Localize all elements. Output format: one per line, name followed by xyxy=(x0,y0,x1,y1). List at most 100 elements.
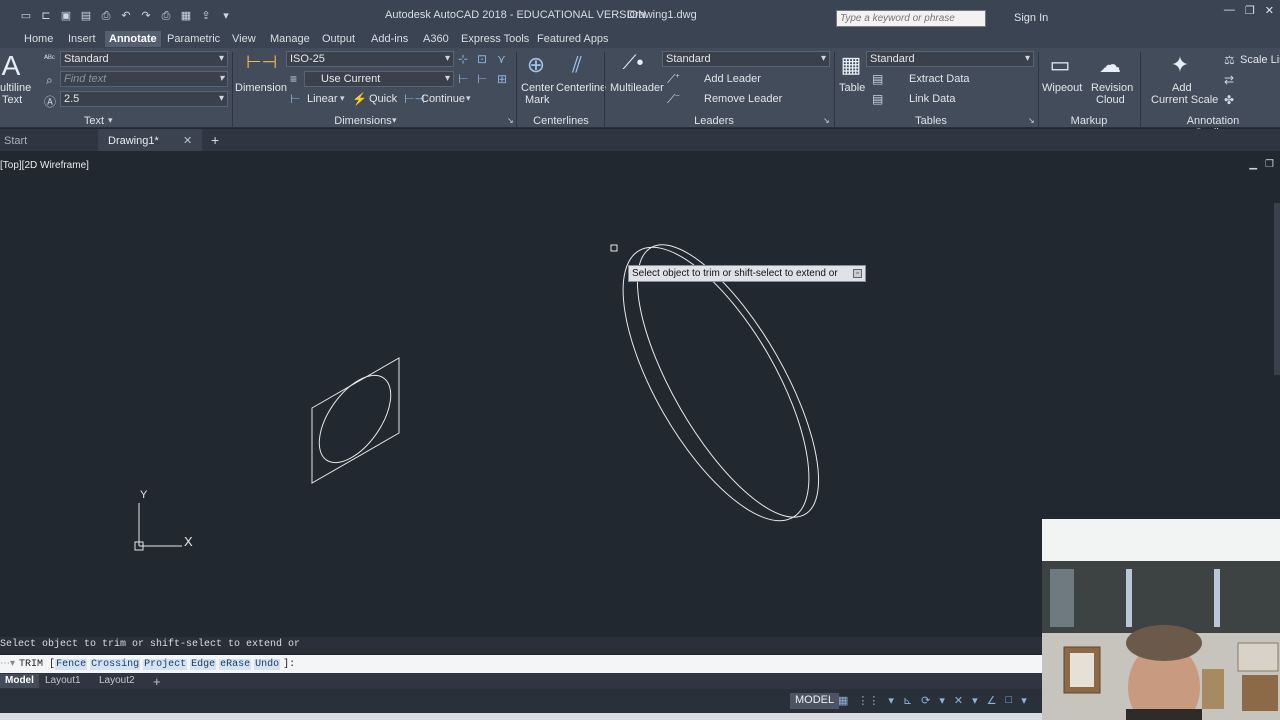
snap-dropdown-icon[interactable]: ▾ xyxy=(888,694,894,707)
dim-space-icon[interactable]: ⊢ xyxy=(458,72,468,86)
scale-list-button[interactable]: Scale List xyxy=(1240,54,1280,66)
quick-dimension-icon[interactable]: ⚡ xyxy=(352,92,367,106)
option-fence[interactable]: Fence xyxy=(55,659,88,670)
tab-output[interactable]: Output xyxy=(318,31,359,47)
find-text-input[interactable]: Find text xyxy=(60,71,228,87)
wipeout-icon[interactable]: ▭ xyxy=(1046,52,1074,78)
option-undo[interactable]: Undo xyxy=(254,659,281,670)
multileader-button[interactable]: Multileader xyxy=(610,82,664,94)
continue-dropdown-icon[interactable]: ▾ xyxy=(466,93,471,104)
extract-data-icon[interactable]: ▤ xyxy=(872,72,883,86)
wipeout-button[interactable]: Wipeout xyxy=(1042,82,1082,94)
dimension-button[interactable]: Dimension xyxy=(235,82,287,94)
option-project[interactable]: Project xyxy=(143,659,188,670)
layout-tab-layout2[interactable]: Layout2 xyxy=(94,674,140,688)
command-line[interactable]: ⋯▾ TRIM [Fence Crossing Project Edge eRase Und… xyxy=(0,655,1042,673)
tooltip-options-icon[interactable]: ▫ xyxy=(853,269,862,278)
object-snap-dropdown-icon[interactable]: ▾ xyxy=(1021,694,1027,707)
redo-icon[interactable]: ↷ xyxy=(138,9,154,23)
restore-icon[interactable]: ❐ xyxy=(1245,4,1255,17)
tab-parametric[interactable]: Parametric xyxy=(163,31,224,47)
tab-view[interactable]: View xyxy=(228,31,260,47)
close-icon[interactable]: ✕ xyxy=(1265,4,1274,17)
tab-a360[interactable]: A360 xyxy=(419,31,453,47)
minimize-icon[interactable]: — xyxy=(1224,4,1235,17)
tab-add-ins[interactable]: Add-ins xyxy=(367,31,412,47)
polar-icon[interactable]: ⟳ xyxy=(921,694,930,707)
annotative-add-icon[interactable]: ✤ xyxy=(1224,93,1234,107)
object-snap-tracking-icon[interactable]: ∠ xyxy=(987,694,997,707)
continue-dimension-button[interactable]: Continue xyxy=(421,93,465,105)
plot-icon[interactable]: ⎙ xyxy=(98,9,114,23)
scale-list-icon[interactable]: ⚖ xyxy=(1224,53,1235,67)
dim-adjust-icon[interactable]: ⊡ xyxy=(477,52,487,66)
panel-title-dimensions[interactable]: Dimensions xyxy=(330,115,396,128)
print-icon[interactable]: ⎙ xyxy=(158,9,174,23)
center-mark-icon[interactable]: ⊕ xyxy=(523,52,549,78)
dimension-style-select[interactable]: ISO-25 xyxy=(286,51,454,67)
add-current-scale-label-1[interactable]: Add xyxy=(1172,82,1192,94)
link-data-icon[interactable]: ▤ xyxy=(872,92,883,106)
tab-insert[interactable]: Insert xyxy=(64,31,100,47)
linear-dimension-button[interactable]: Linear xyxy=(307,93,338,105)
layout-tab-layout1[interactable]: Layout1 xyxy=(40,674,86,688)
revision-cloud-label-2[interactable]: Cloud xyxy=(1096,94,1125,106)
model-space-toggle[interactable]: MODEL xyxy=(790,693,840,709)
option-erase[interactable]: eRase xyxy=(219,659,252,670)
start-tab[interactable]: Start xyxy=(0,129,98,151)
publish-icon[interactable]: ▦ xyxy=(178,9,194,23)
add-current-scale-label-2[interactable]: Current Scale xyxy=(1151,94,1218,106)
remove-leader-icon[interactable]: ⟋⁻ xyxy=(667,92,680,107)
centerline-button[interactable]: Centerline xyxy=(556,82,606,94)
text-height-select[interactable]: 2.5 xyxy=(60,91,228,107)
tab-express-tools[interactable]: Express Tools xyxy=(457,31,533,47)
multiline-text-label-2[interactable]: Text xyxy=(2,94,22,106)
share-icon[interactable]: ⇪ xyxy=(198,9,214,23)
dim-oblique-icon[interactable]: ⋎ xyxy=(497,52,506,66)
text-panel-dropdown-icon[interactable]: ▾ xyxy=(108,115,113,126)
linear-dimension-icon[interactable]: ⊢ xyxy=(290,92,300,106)
new-layout-icon[interactable]: + xyxy=(148,674,166,689)
panel-title-text[interactable]: Text xyxy=(64,115,124,128)
layout-tab-model[interactable]: Model xyxy=(0,674,39,688)
sign-in-link[interactable]: Sign In xyxy=(1014,12,1048,24)
close-tab-icon[interactable]: ✕ xyxy=(183,134,192,147)
multileader-icon[interactable]: ⟋• xyxy=(620,52,646,75)
leaders-launcher-icon[interactable]: ↘ xyxy=(823,116,830,125)
dim-inspect-icon[interactable]: ⊢ xyxy=(477,72,487,86)
tab-annotate[interactable]: Annotate xyxy=(105,31,161,47)
workspace-dropdown-icon[interactable]: ▾ xyxy=(218,9,234,23)
tab-home[interactable]: Home xyxy=(20,31,57,47)
isodraft-icon[interactable]: ✕ xyxy=(954,694,963,707)
snap-icon[interactable]: ⋮⋮ xyxy=(857,694,879,707)
dimension-icon[interactable]: ⊢⊣ xyxy=(246,52,277,73)
dim-update-icon[interactable]: ⊞ xyxy=(497,72,507,86)
link-data-button[interactable]: Link Data xyxy=(909,93,955,105)
search-input[interactable] xyxy=(836,10,986,27)
add-leader-button[interactable]: Add Leader xyxy=(704,73,761,85)
table-icon[interactable]: ▦ xyxy=(838,52,864,78)
dimensions-launcher-icon[interactable]: ↘ xyxy=(507,116,514,125)
save-icon[interactable]: ▣ xyxy=(58,9,74,23)
ortho-icon[interactable]: ⊾ xyxy=(903,694,912,707)
table-style-select[interactable]: Standard xyxy=(866,51,1034,67)
text-style-select[interactable]: Standard xyxy=(60,51,228,67)
undo-icon[interactable]: ↶ xyxy=(118,9,134,23)
revision-cloud-icon[interactable]: ☁ xyxy=(1096,52,1124,78)
annotative-sync-icon[interactable]: ⇄ xyxy=(1224,73,1234,87)
dim-break-icon[interactable]: ⊹ xyxy=(458,52,468,66)
new-icon[interactable]: ▭ xyxy=(18,9,34,23)
tables-launcher-icon[interactable]: ↘ xyxy=(1028,116,1035,125)
add-leader-icon[interactable]: ⟋⁺ xyxy=(667,72,680,87)
revision-cloud-label-1[interactable]: Revision xyxy=(1091,82,1133,94)
remove-leader-button[interactable]: Remove Leader xyxy=(704,93,782,105)
center-mark-label-2[interactable]: Mark xyxy=(525,94,549,106)
multiline-text-label-1[interactable]: ultiline xyxy=(0,82,31,94)
polar-dropdown-icon[interactable]: ▾ xyxy=(939,694,945,707)
center-mark-label-1[interactable]: Center xyxy=(521,82,554,94)
quick-dimension-button[interactable]: Quick xyxy=(369,93,397,105)
add-current-scale-icon[interactable]: ✦ xyxy=(1166,52,1194,78)
tab-manage[interactable]: Manage xyxy=(266,31,314,47)
dimensions-panel-dropdown-icon[interactable]: ▾ xyxy=(392,115,397,126)
object-snap-icon[interactable]: □ xyxy=(1006,694,1013,707)
